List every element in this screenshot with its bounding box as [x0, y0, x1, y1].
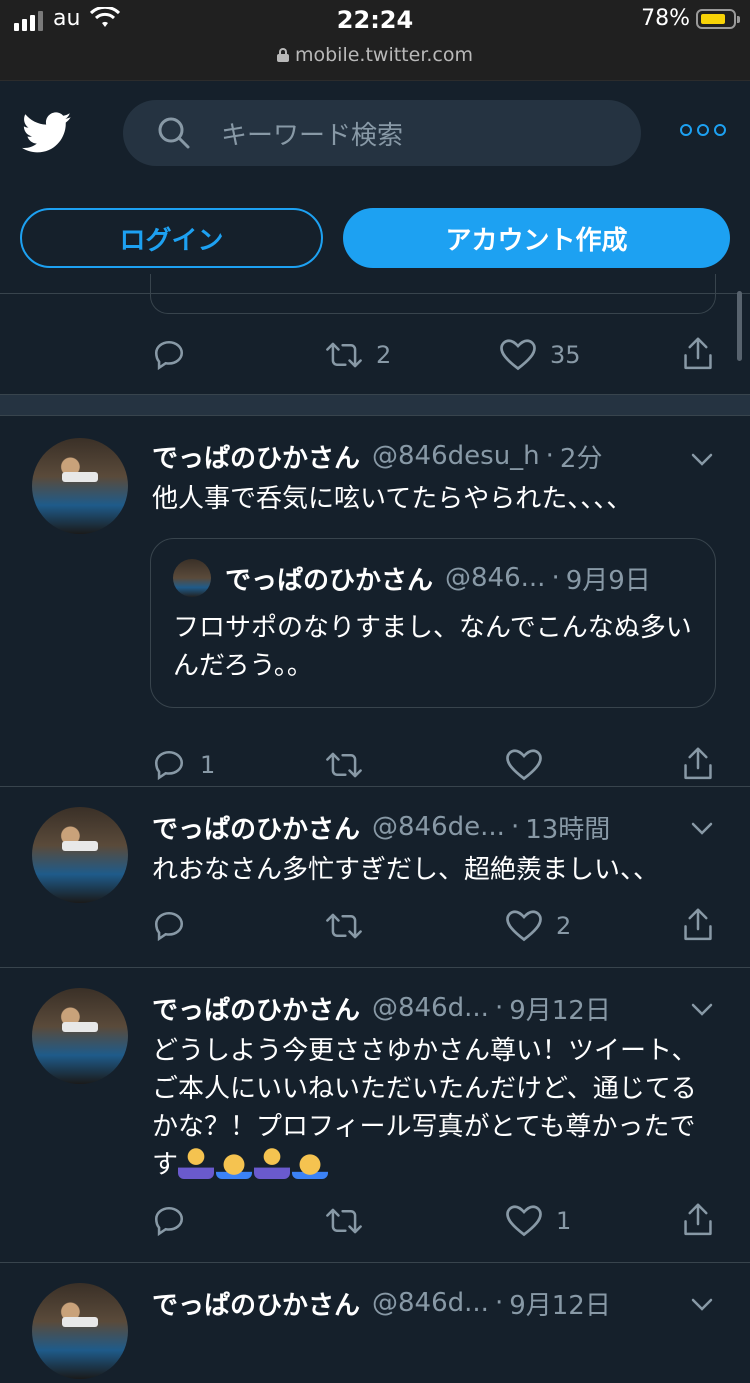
retweet-button[interactable]	[326, 748, 362, 782]
tweet-author-name[interactable]: でっぱのひかさん	[152, 1285, 360, 1322]
tweet-author-handle[interactable]: @846d...	[372, 1288, 489, 1318]
retweet-icon	[326, 752, 362, 778]
url-bar[interactable]: mobile.twitter.com	[0, 44, 750, 66]
url-text: mobile.twitter.com	[294, 44, 474, 66]
reply-count: 1	[200, 751, 216, 779]
folded-hands-emoji-icon	[292, 1147, 329, 1179]
retweet-icon	[326, 1208, 362, 1234]
share-icon	[684, 337, 712, 370]
separator-dot: ·	[510, 812, 520, 842]
timeline: 2 35 でっぱのひかさん @846desu_h · 2分 他人事で呑気に呟いて…	[0, 274, 750, 1383]
reply-button[interactable]	[152, 909, 186, 943]
reply-icon	[154, 1206, 184, 1237]
tweet-2[interactable]: でっぱのひかさん @846de... · 13時間 れおなさん多忙すぎだし、超絶…	[0, 787, 750, 968]
chevron-down-icon[interactable]	[690, 1297, 714, 1313]
reply-icon	[154, 750, 184, 781]
more-options-icon[interactable]	[680, 124, 726, 136]
like-button[interactable]: 1	[506, 1204, 571, 1238]
tweet-time[interactable]: 9月12日	[509, 990, 611, 1027]
tweet-3[interactable]: でっぱのひかさん @846d... · 9月12日 どうしよう今更ささゆかさん尊…	[0, 968, 750, 1263]
tweet-author-name[interactable]: でっぱのひかさん	[152, 438, 360, 475]
search-icon	[158, 117, 190, 149]
like-icon	[506, 910, 542, 942]
clock: 22:24	[336, 6, 414, 34]
folded-hands-emoji-icon	[216, 1147, 253, 1179]
bowing-person-emoji-icon	[178, 1147, 215, 1179]
battery-icon	[696, 8, 740, 29]
tweet-time[interactable]: 2分	[560, 438, 603, 475]
tweet-text: 他人事で呑気に呟いてたらやられた、、、、	[152, 484, 633, 514]
like-count: 2	[556, 912, 572, 940]
reply-icon	[154, 911, 184, 942]
separator-dot: ·	[494, 1288, 504, 1318]
tweet-author-name[interactable]: でっぱのひかさん	[152, 809, 360, 846]
bowing-person-emoji-icon	[254, 1147, 291, 1179]
tweet-partial[interactable]: 2 35	[0, 274, 750, 395]
separator-dot: ·	[545, 441, 554, 471]
share-icon	[684, 1203, 712, 1236]
share-button[interactable]	[681, 746, 715, 782]
avatar[interactable]	[32, 988, 128, 1084]
avatar[interactable]	[32, 807, 128, 903]
like-count: 1	[556, 1207, 572, 1235]
like-count: 35	[550, 341, 581, 369]
share-icon	[684, 908, 712, 941]
retweet-icon	[326, 913, 362, 939]
tweet-time[interactable]: 13時間	[525, 809, 610, 846]
browser-status-bar: au 22:24 78% mobile.twitter.com	[0, 0, 750, 81]
reply-button[interactable]	[152, 338, 186, 372]
reply-icon	[154, 340, 184, 371]
quoted-author-handle: @846...	[445, 563, 546, 593]
quoted-tweet[interactable]: でっぱのひかさん @846... · 9月9日 フロサポのなりすまし、なんでこん…	[150, 538, 716, 708]
share-button[interactable]	[681, 907, 715, 943]
section-divider	[0, 395, 750, 416]
tweet-author-name[interactable]: でっぱのひかさん	[152, 990, 360, 1027]
share-button[interactable]	[681, 1202, 715, 1238]
site-header: キーワード検索 ログイン アカウント作成	[0, 81, 750, 361]
avatar[interactable]	[32, 438, 128, 534]
tweet-text: れおなさん多忙すぎだし、超絶羨ましい、、	[152, 855, 660, 885]
quoted-avatar	[173, 559, 211, 597]
tweet-1[interactable]: でっぱのひかさん @846desu_h · 2分 他人事で呑気に呟いてたらやられ…	[0, 416, 750, 787]
chevron-down-icon[interactable]	[690, 821, 714, 837]
retweet-button[interactable]: 2	[326, 338, 391, 372]
retweet-button[interactable]	[326, 909, 362, 943]
retweet-button[interactable]	[326, 1204, 362, 1238]
reply-button[interactable]	[152, 1204, 186, 1238]
like-button[interactable]: 35	[500, 338, 581, 372]
share-icon	[684, 747, 712, 780]
signup-button[interactable]: アカウント作成	[343, 208, 730, 268]
like-icon	[506, 749, 542, 781]
quoted-text: フロサポのなりすまし、なんでこんなぬ多いんだろう。。	[173, 613, 692, 681]
chevron-down-icon[interactable]	[690, 452, 714, 468]
quoted-time: 9月9日	[565, 565, 651, 596]
retweet-icon	[326, 342, 362, 368]
separator-dot: ·	[551, 563, 560, 593]
chevron-down-icon[interactable]	[690, 1002, 714, 1018]
separator-dot: ·	[494, 993, 504, 1023]
share-button[interactable]	[681, 336, 715, 372]
like-button[interactable]: 2	[506, 909, 571, 943]
tweet-4[interactable]: でっぱのひかさん @846d... · 9月12日	[0, 1263, 750, 1383]
tweet-author-handle[interactable]: @846d...	[372, 993, 489, 1023]
battery-percent: 78%	[641, 6, 690, 31]
search-placeholder: キーワード検索	[221, 120, 404, 151]
lock-icon	[276, 48, 289, 62]
like-icon	[500, 339, 536, 371]
like-button[interactable]	[506, 748, 542, 782]
search-input[interactable]: キーワード検索	[123, 100, 641, 166]
reply-button[interactable]: 1	[152, 748, 215, 782]
tweet-text-container: どうしよう今更ささゆかさん尊い！ツイート、ご本人にいいねいただいたんだけど、通じ…	[152, 1032, 712, 1184]
tweet-time[interactable]: 9月12日	[509, 1285, 611, 1322]
login-button[interactable]: ログイン	[20, 208, 323, 268]
tweet-author-handle[interactable]: @846de...	[372, 812, 505, 842]
retweet-count: 2	[376, 341, 392, 369]
status-right: 78%	[641, 6, 740, 31]
avatar[interactable]	[32, 1283, 128, 1379]
quoted-author-name: でっぱのひかさん	[225, 565, 434, 596]
quote-card-partial[interactable]	[150, 274, 716, 314]
tweet-author-handle[interactable]: @846desu_h	[372, 441, 540, 471]
twitter-logo-icon[interactable]	[22, 111, 72, 155]
like-icon	[506, 1205, 542, 1237]
